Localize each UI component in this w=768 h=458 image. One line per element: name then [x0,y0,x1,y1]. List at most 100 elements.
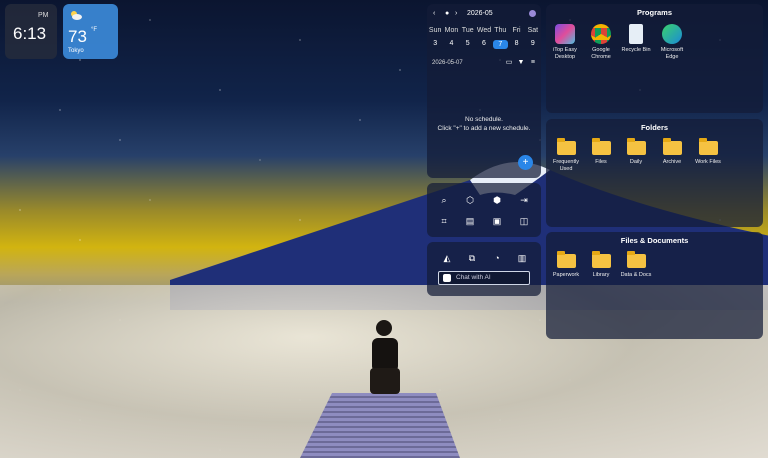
folder-icon [662,138,682,155]
selected-date: 2026-05-07 [432,60,463,66]
calendar-month-label: 2026-05 [467,10,493,17]
chat-with-ai-input[interactable]: Chat with AI [438,271,530,285]
ai-tools-widget: ◭ ⧉ ◔ ▥ Chat with AI [427,242,541,296]
folder-icon [626,138,646,155]
menu-icon[interactable]: ≡ [528,59,538,66]
add-schedule-hint: Click "+" to add a new schedule. [437,125,531,132]
folder-transfer-icon[interactable]: ⇥ [517,193,531,207]
calendar-widget: ‹ ● › 2026-05 Sun Mon Tue Wed Thu Fri Sa… [427,4,541,178]
no-schedule-text: No schedule. [465,116,503,123]
package-icon[interactable]: ⬢ [490,193,504,207]
today-dot-icon[interactable]: ● [445,10,449,17]
folder-paperwork[interactable]: Paperwork [548,251,584,279]
edge-icon [662,24,682,44]
app-label: Google [592,47,610,53]
partly-cloudy-icon [71,11,82,20]
weather-unit: °F [91,27,98,33]
folder-label: Library [592,272,610,278]
folder-data-docs[interactable]: Data & Docs [618,251,654,279]
folder-icon [626,251,646,268]
folder-label: Paperwork [552,272,580,278]
weather-temp: 73 [68,27,87,46]
weekday-label: Sat [527,27,539,34]
folder-work-files[interactable]: Work Files [690,138,726,166]
image-icon[interactable]: ▣ [490,214,504,228]
folder-daily[interactable]: Daily [618,138,654,166]
folder-icon [556,251,576,268]
weekday-label: Tue [461,27,474,34]
clock-time: 6:13 [13,24,47,43]
clipboard-icon[interactable]: ▥ [515,251,529,265]
weekday-label: Sun [428,27,442,34]
files-documents-group: Files & Documents Paperwork Library Data… [546,232,763,339]
calendar-day[interactable]: 4 [444,40,459,49]
weather-widget[interactable]: 73 °F Tokyo [63,4,118,59]
app-microsoft-edge[interactable]: Microsoft Edge [654,24,690,61]
folder-label: Daily [629,159,643,165]
prev-month-icon[interactable]: ‹ [433,10,435,17]
folders-group: Folders Frequently Used Files Daily Arch… [546,119,763,227]
weather-city: Tokyo [68,48,84,54]
cube-icon[interactable]: ⬡ [463,193,477,207]
wallpaper-person [370,320,400,394]
app-label: Edge [665,54,679,60]
tools-widget: ⌕ ⬡ ⬢ ⇥ ⌗ ▤ ▣ ◫ [427,183,541,237]
app-label: Recycle Bin [621,47,651,53]
weekday-label: Thu [494,27,507,34]
calendar-day[interactable]: 3 [428,40,443,49]
week-days-row: 3 4 5 6 7 8 9 [427,40,541,49]
folder-label: Frequently [553,159,579,165]
weekday-label: Wed [476,27,492,34]
translate-icon[interactable]: ⧉ [465,251,479,265]
folder-icon [591,138,611,155]
programs-title: Programs [636,8,672,17]
crop-icon[interactable]: ⌗ [437,214,451,228]
app-label: Desktop [554,54,576,60]
cat-icon[interactable]: ◭ [440,251,454,265]
chrome-icon [591,24,611,44]
folder-icon [698,138,718,155]
chat-bubble-icon[interactable]: ◔ [490,251,504,265]
folder-frequently-used[interactable]: Frequently Used [548,138,584,173]
clock-ampm: PM [38,12,49,19]
folder-library[interactable]: Library [583,251,619,279]
calendar-day[interactable]: 5 [460,40,475,49]
app-recycle-bin[interactable]: Recycle Bin [618,24,654,54]
folders-title: Folders [640,123,669,132]
folder-label: Data & Docs [620,272,652,278]
chat-with-ai-placeholder: Chat with AI [456,274,491,281]
calendar-day[interactable]: 6 [476,40,491,49]
calendar-view-icon[interactable]: ▭ [504,58,514,66]
search-icon[interactable]: ⌕ [437,193,451,207]
itop-easy-desktop-icon [555,24,575,44]
folder-label: Files [595,159,607,165]
app-label: Microsoft [660,47,684,53]
calendar-color-icon[interactable] [529,10,536,17]
calendar-day[interactable]: 9 [525,40,540,49]
folder-label: Archive [662,159,682,165]
folder-label: Used [559,166,573,172]
ai-icon [443,274,451,282]
weekday-label: Mon [444,27,459,34]
weekday-header: Sun Mon Tue Wed Thu Fri Sat [427,27,541,34]
calendar-day[interactable]: 8 [509,40,524,49]
folder-label: Work Files [695,159,721,165]
programs-group: Programs iTop Easy Desktop Google Chrome… [546,4,763,113]
files-documents-title: Files & Documents [620,236,689,245]
clock-widget[interactable]: PM 6:13 [5,4,57,59]
next-month-icon[interactable]: › [455,10,457,17]
app-itop-easy-desktop[interactable]: iTop Easy Desktop [547,24,583,61]
folder-archive[interactable]: Archive [654,138,690,166]
filter-icon[interactable]: ▼ [516,59,526,66]
app-label: Chrome [591,54,611,60]
add-schedule-button[interactable]: + [518,155,533,170]
app-google-chrome[interactable]: Google Chrome [583,24,619,61]
calendar-day-selected[interactable]: 7 [492,40,508,49]
folder-files[interactable]: Files [583,138,619,166]
weekday-label: Fri [512,27,521,34]
recycle-bin-icon [629,24,643,44]
document-icon[interactable]: ▤ [463,214,477,228]
split-icon[interactable]: ◫ [517,214,531,228]
folder-icon [556,138,576,155]
app-label: iTop Easy [553,47,577,53]
